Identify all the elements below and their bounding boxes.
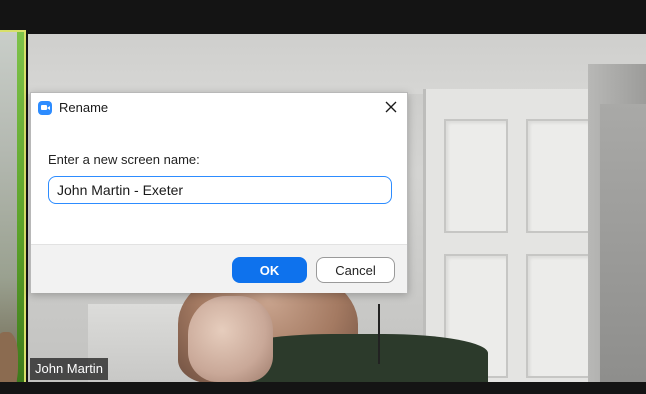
video-background <box>28 34 646 94</box>
participant-name-label: John Martin <box>30 358 108 380</box>
dialog-title: Rename <box>59 100 109 115</box>
video-person <box>378 304 380 364</box>
meeting-window: John Martin Rename Enter a new screen na… <box>0 0 646 394</box>
rename-dialog: Rename Enter a new screen name: OK Cance… <box>30 92 408 293</box>
video-background <box>526 254 590 378</box>
video-background <box>526 119 590 233</box>
cancel-button[interactable]: Cancel <box>316 257 395 283</box>
participant-tile-left[interactable] <box>0 30 26 384</box>
screen-name-prompt: Enter a new screen name: <box>48 152 200 167</box>
video-background <box>600 104 646 382</box>
screen-name-input[interactable] <box>48 176 392 204</box>
video-background <box>444 119 508 233</box>
video-person <box>188 296 273 382</box>
ok-button[interactable]: OK <box>232 257 307 283</box>
close-button[interactable] <box>377 95 405 119</box>
video-content <box>0 332 18 382</box>
dialog-titlebar: Rename <box>31 93 407 121</box>
top-bar <box>0 0 646 34</box>
bottom-bar <box>0 382 646 394</box>
zoom-app-icon <box>38 101 52 115</box>
video-background <box>17 32 24 382</box>
close-icon <box>385 101 397 113</box>
dialog-footer: OK Cancel <box>31 244 407 293</box>
